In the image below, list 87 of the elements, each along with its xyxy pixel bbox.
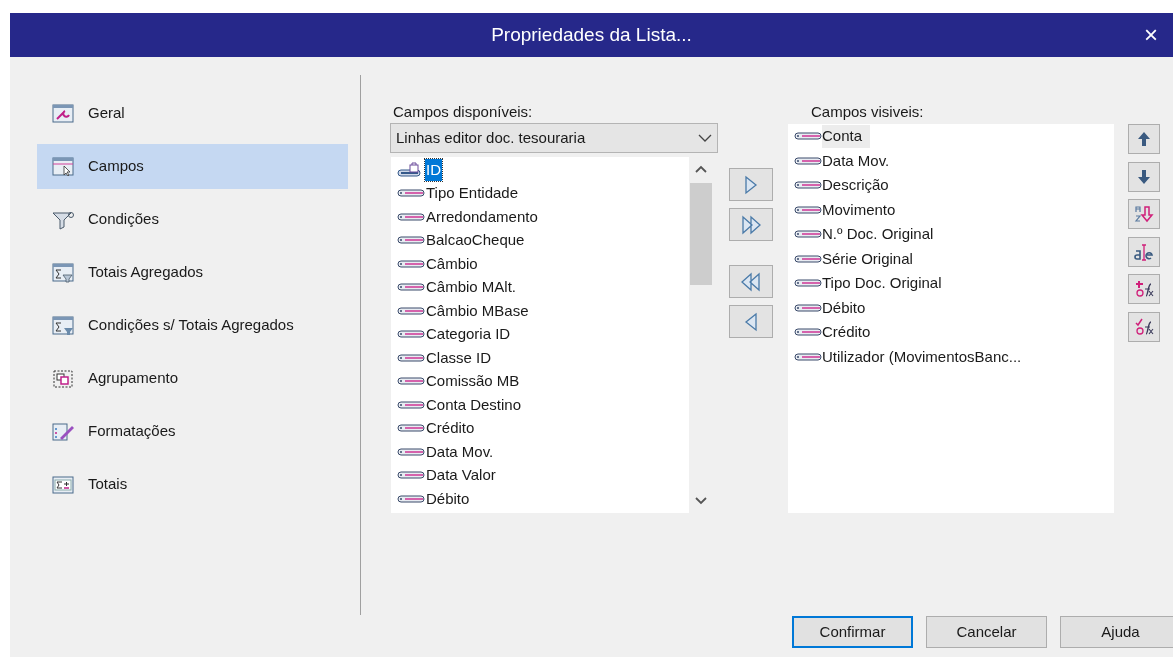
field-icon bbox=[397, 470, 425, 481]
scroll-up-icon[interactable] bbox=[695, 165, 707, 173]
tool-button[interactable] bbox=[1128, 236, 1160, 267]
dialog-button[interactable]: Confirmar bbox=[792, 616, 913, 648]
field-item[interactable]: BalcaoCheque bbox=[425, 229, 526, 252]
tool-button[interactable] bbox=[1128, 311, 1160, 342]
sigma-icon bbox=[52, 261, 75, 284]
chevron-down-icon bbox=[698, 134, 712, 142]
text-cursor-icon bbox=[1134, 241, 1154, 262]
field-item[interactable]: Classe ID bbox=[425, 346, 493, 369]
field-icon bbox=[794, 351, 822, 362]
field-item[interactable]: Câmbio bbox=[425, 252, 479, 275]
field-item[interactable]: Comissão MB bbox=[425, 370, 521, 393]
tool-button[interactable] bbox=[1128, 161, 1160, 192]
cursor-window-icon bbox=[52, 155, 75, 178]
sidebar-item[interactable]: Campos bbox=[37, 144, 348, 189]
sidebar-item[interactable]: Geral bbox=[37, 91, 348, 136]
field-item[interactable]: N.º Doc. Original bbox=[822, 223, 934, 246]
scroll-thumb[interactable] bbox=[690, 183, 712, 285]
sidebar-item[interactable]: Totais Agregados bbox=[37, 250, 348, 295]
field-item[interactable]: Tipo Entidade bbox=[425, 182, 519, 205]
field-item[interactable]: Movimento bbox=[822, 198, 896, 221]
group-icon bbox=[52, 367, 75, 390]
field-icon bbox=[397, 399, 425, 410]
field-item[interactable]: Câmbio MAlt. bbox=[425, 276, 518, 299]
field-icon bbox=[397, 211, 425, 222]
add-formula-icon bbox=[1134, 279, 1154, 299]
field-icon bbox=[794, 253, 822, 264]
sidebar-item[interactable]: Condições s/ Totais Agregados bbox=[37, 303, 348, 348]
dialog-button[interactable]: Cancelar bbox=[926, 616, 1047, 648]
field-item[interactable]: Série Original bbox=[822, 247, 913, 270]
move-button[interactable] bbox=[729, 265, 773, 298]
tool-button[interactable] bbox=[1128, 274, 1160, 304]
field-icon bbox=[397, 305, 425, 316]
field-item[interactable]: Crédito bbox=[425, 417, 476, 440]
field-item[interactable]: ID bbox=[425, 158, 442, 181]
field-icon bbox=[397, 376, 425, 387]
pen-icon bbox=[52, 420, 75, 443]
field-item[interactable]: Crédito bbox=[822, 321, 871, 344]
field-icon bbox=[397, 329, 425, 340]
tool-button[interactable] bbox=[1128, 124, 1160, 154]
available-fields-label: Campos disponíveis: bbox=[393, 102, 533, 122]
field-item[interactable]: Débito bbox=[425, 487, 471, 510]
field-icon bbox=[397, 188, 425, 199]
field-icon bbox=[397, 493, 425, 504]
sort-icon bbox=[1134, 204, 1154, 224]
field-item[interactable]: Data Mov. bbox=[822, 149, 890, 172]
field-icon bbox=[794, 131, 822, 142]
sigma-icon bbox=[52, 314, 75, 337]
field-icon bbox=[397, 282, 425, 293]
field-item[interactable]: Data Mov. bbox=[425, 440, 495, 463]
field-item[interactable]: Data Valor bbox=[425, 464, 497, 487]
scroll-down-icon[interactable] bbox=[695, 497, 707, 505]
field-icon bbox=[397, 423, 425, 434]
field-icon bbox=[794, 229, 822, 240]
field-icon bbox=[794, 302, 822, 313]
field-icon bbox=[397, 352, 425, 363]
edit-formula-icon bbox=[1134, 316, 1154, 337]
field-icon bbox=[794, 327, 822, 338]
field-icon bbox=[794, 155, 822, 166]
field-item[interactable]: Tipo Doc. Original bbox=[822, 272, 942, 295]
field-item[interactable]: Conta bbox=[822, 125, 871, 148]
field-item[interactable]: Conta Destino bbox=[425, 393, 523, 416]
field-item[interactable]: Utilizador (MovimentosBanc... bbox=[822, 345, 1022, 368]
field-item[interactable]: Categoria ID bbox=[425, 323, 512, 346]
field-item[interactable]: Arredondamento bbox=[425, 205, 539, 228]
sidebar-item[interactable]: Agrupamento bbox=[37, 356, 348, 401]
field-icon bbox=[794, 278, 822, 289]
dialog-button[interactable]: Ajuda bbox=[1060, 616, 1173, 648]
sigma-icon bbox=[52, 473, 75, 496]
field-item[interactable]: Débito bbox=[822, 296, 866, 319]
window-title: Propriedades da Lista... bbox=[491, 22, 692, 47]
field-icon bbox=[397, 235, 425, 246]
visible-fields-label: Campos visiveis: bbox=[811, 102, 924, 122]
sidebar-item[interactable]: Totais bbox=[37, 462, 348, 507]
field-icon bbox=[794, 180, 822, 191]
field-item[interactable]: Câmbio MBase bbox=[425, 299, 530, 322]
source-dropdown[interactable]: Linhas editor doc. tesouraria bbox=[390, 123, 718, 153]
field-icon bbox=[794, 204, 822, 215]
sidebar-item[interactable]: Formatações bbox=[37, 409, 348, 454]
move-button[interactable] bbox=[729, 208, 773, 241]
tool-button[interactable] bbox=[1128, 199, 1160, 229]
close-button[interactable]: × bbox=[1135, 19, 1167, 51]
field-icon bbox=[397, 446, 425, 457]
field-icon bbox=[397, 258, 425, 269]
field-item[interactable]: Descrição bbox=[822, 174, 889, 197]
sidebar-item[interactable]: Condições bbox=[37, 197, 348, 242]
